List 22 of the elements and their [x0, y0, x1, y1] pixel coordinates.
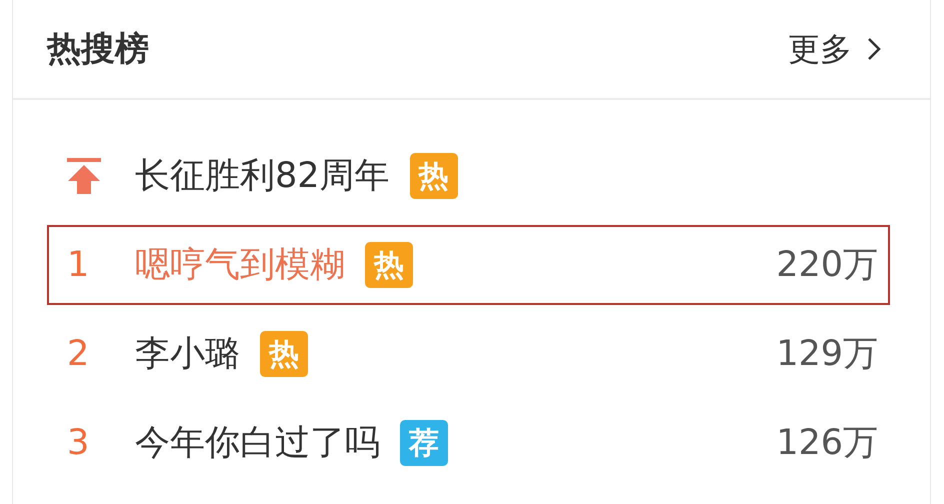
tag-badge: 热	[365, 242, 413, 288]
rank-number: 2	[67, 332, 90, 376]
chevron-right-icon	[866, 36, 882, 62]
topic-text: 李小璐	[135, 332, 240, 376]
tag-badge: 荐	[400, 420, 448, 466]
tag-badge: 热	[260, 331, 308, 377]
hot-search-item[interactable]: 3 今年你白过了吗 荐 126万	[47, 403, 890, 483]
search-count: 126万	[776, 422, 878, 465]
tag-badge: 热	[410, 153, 458, 199]
panel-title: 热搜榜	[47, 28, 149, 70]
search-count: 129万	[776, 332, 878, 376]
search-count: 220万	[776, 244, 878, 287]
topic-text: 嗯哼气到模糊	[135, 244, 345, 287]
rank-number: 3	[67, 422, 90, 465]
pin-to-top-icon	[67, 158, 101, 194]
more-link[interactable]: 更多	[788, 25, 882, 73]
topic-text: 今年你白过了吗	[135, 422, 380, 465]
hot-search-item[interactable]: 1 嗯哼气到模糊 热 220万	[47, 225, 890, 305]
hot-search-item[interactable]: 长征胜利82周年 热	[47, 136, 890, 216]
rank-number: 1	[67, 244, 90, 287]
hot-search-item[interactable]: 2 李小璐 热 129万	[47, 314, 890, 394]
topic-text: 长征胜利82周年	[135, 154, 390, 198]
